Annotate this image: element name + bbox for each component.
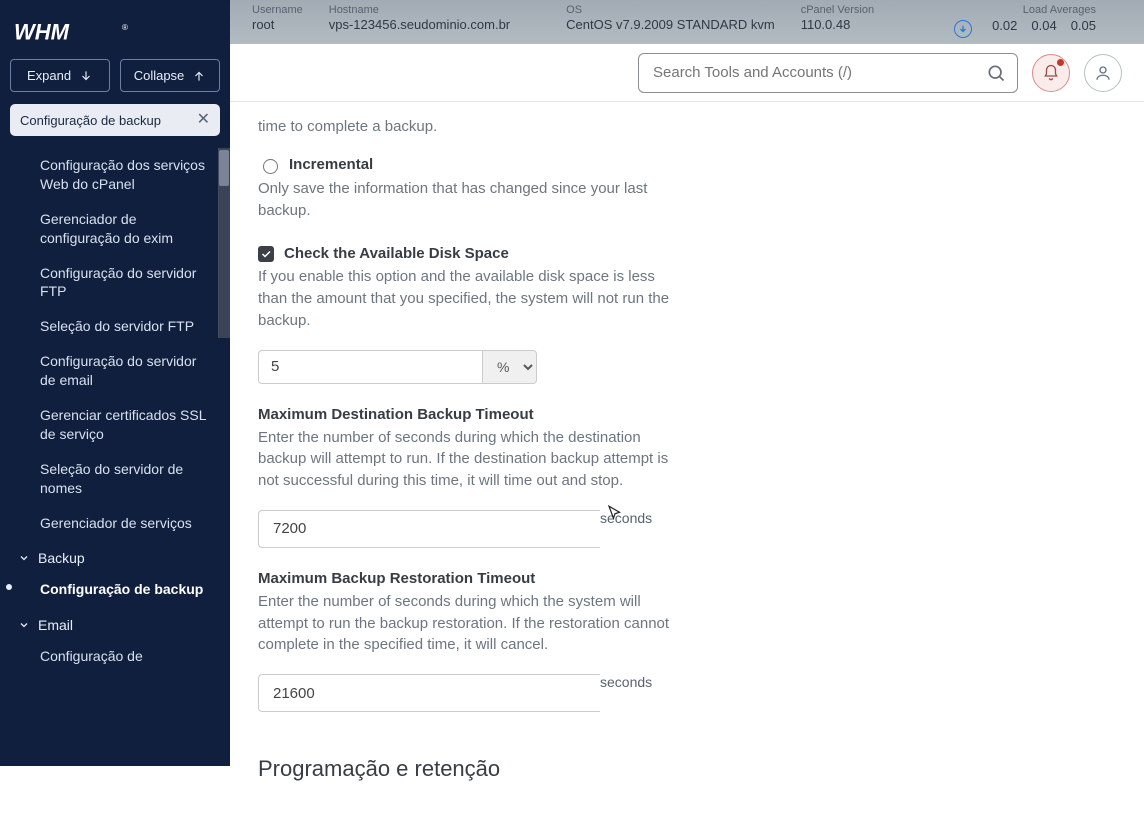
- sidebar-section-label: Backup: [38, 550, 85, 566]
- status-load-averages: Load Averages 0.02 0.04 0.05: [954, 4, 1096, 36]
- dest-timeout-hint: Enter the number of seconds during which…: [258, 427, 688, 492]
- load-5: 0.04: [1031, 18, 1056, 36]
- restore-timeout-input[interactable]: [258, 674, 600, 712]
- arrow-up-icon: [192, 69, 206, 83]
- user-icon: [1094, 64, 1112, 82]
- sidebar-section-backup[interactable]: Backup: [18, 540, 224, 572]
- sidebar-item-ssl-certs[interactable]: Gerenciar certificados SSL de serviço: [18, 398, 224, 452]
- chevron-down-icon: [18, 619, 30, 631]
- dest-timeout-heading: Maximum Destination Backup Timeout: [258, 406, 962, 423]
- incremental-label: Incremental: [289, 156, 373, 173]
- svg-text:WHM: WHM: [14, 19, 70, 44]
- incremental-hint: Only save the information that has chang…: [258, 178, 688, 222]
- account-button[interactable]: [1084, 54, 1122, 92]
- restore-timeout-field: seconds: [258, 674, 678, 712]
- sidebar-item-ftp-select[interactable]: Seleção do servidor FTP: [18, 309, 224, 344]
- restore-timeout-heading: Maximum Backup Restoration Timeout: [258, 570, 962, 587]
- status-hostname: Hostname vps-123456.seudominio.com.br: [329, 4, 510, 32]
- sidebar-item-cpanel-web[interactable]: Configuração dos serviços Web do cPanel: [18, 148, 224, 202]
- sidebar-item-nameserver[interactable]: Seleção do servidor de nomes: [18, 452, 224, 506]
- compressed-hint-tail: time to complete a backup.: [258, 116, 688, 138]
- status-username: Username root: [252, 4, 303, 32]
- sidebar-item-email-server[interactable]: Configuração do servidor de email: [18, 344, 224, 398]
- bell-icon: [1042, 64, 1060, 82]
- expand-label: Expand: [27, 68, 71, 83]
- disk-threshold-field: %: [258, 350, 508, 384]
- sidebar-section-label: Email: [38, 617, 73, 633]
- status-strip: Username root Hostname vps-123456.seudom…: [230, 0, 1144, 44]
- seconds-addon: seconds: [600, 674, 678, 712]
- dest-timeout-input[interactable]: [258, 510, 600, 548]
- backup-type-incremental[interactable]: Incremental: [258, 156, 962, 174]
- search-icon[interactable]: [986, 63, 1006, 86]
- active-dot-icon: [6, 584, 12, 590]
- check-disk-checkbox[interactable]: [258, 246, 274, 262]
- sidebar-item-service-mgr[interactable]: Gerenciador de serviços: [18, 506, 224, 541]
- close-icon[interactable]: ✕: [197, 112, 210, 128]
- main-content: time to complete a backup. Incremental O…: [230, 102, 990, 822]
- load-1: 0.02: [992, 18, 1017, 36]
- expand-button[interactable]: Expand: [10, 59, 110, 92]
- breadcrumb-chip[interactable]: Configuração de backup ✕: [10, 104, 220, 136]
- collapse-label: Collapse: [134, 68, 185, 83]
- disk-threshold-unit[interactable]: %: [482, 350, 537, 384]
- sidebar-nav: Configuração dos serviços Web do cPanel …: [0, 148, 230, 766]
- breadcrumb-label: Configuração de backup: [20, 113, 161, 128]
- sidebar: WHM ® Expand Collapse Configuração de ba…: [0, 0, 230, 766]
- incremental-radio[interactable]: [263, 159, 278, 174]
- seconds-addon: seconds: [600, 510, 678, 548]
- search-input[interactable]: [638, 53, 1018, 93]
- check-disk-row[interactable]: Check the Available Disk Space: [258, 245, 962, 262]
- status-cpanel-version: cPanel Version 110.0.48: [801, 4, 874, 32]
- load-down-icon: [954, 20, 972, 38]
- notifications-button[interactable]: [1032, 54, 1070, 92]
- sidebar-item-ftp-config[interactable]: Configuração do servidor FTP: [18, 256, 224, 310]
- load-15: 0.05: [1071, 18, 1096, 36]
- collapse-button[interactable]: Collapse: [120, 59, 220, 92]
- notification-dot-icon: [1057, 59, 1064, 66]
- arrow-down-icon: [79, 69, 93, 83]
- schedule-heading: Programação e retenção: [258, 756, 962, 782]
- dest-timeout-field: seconds: [258, 510, 678, 548]
- status-os: OS CentOS v7.9.2009 STANDARD kvm: [566, 4, 775, 32]
- disk-threshold-input[interactable]: [258, 350, 482, 384]
- check-disk-label: Check the Available Disk Space: [284, 245, 509, 262]
- sidebar-section-email[interactable]: Email: [18, 607, 224, 639]
- chevron-down-icon: [18, 552, 30, 564]
- sidebar-item-email-config[interactable]: Configuração de: [18, 639, 224, 674]
- whm-logo: WHM ®: [0, 0, 230, 59]
- toolbar: [230, 44, 1144, 102]
- sidebar-item-exim[interactable]: Gerenciador de configuração do exim: [18, 202, 224, 256]
- search-wrap: [638, 53, 1018, 93]
- check-disk-hint: If you enable this option and the availa…: [258, 266, 688, 331]
- restore-timeout-hint: Enter the number of seconds during which…: [258, 591, 688, 656]
- sidebar-item-backup-config[interactable]: Configuração de backup: [18, 572, 224, 607]
